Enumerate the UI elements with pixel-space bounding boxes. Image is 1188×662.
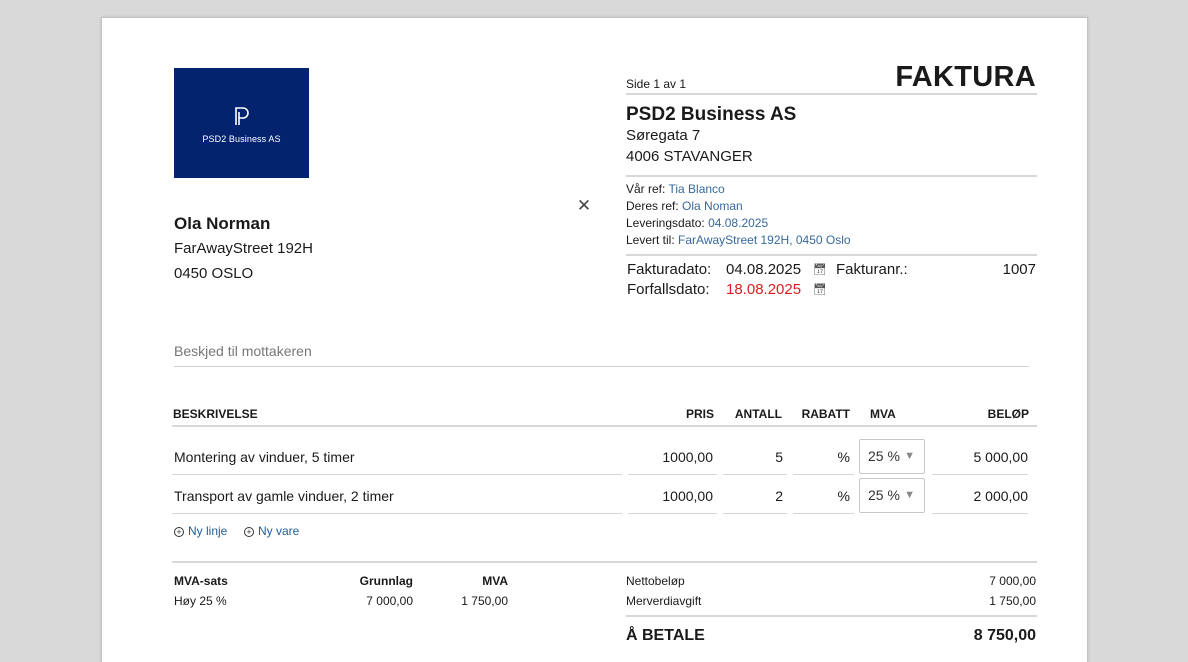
divider: [626, 175, 1037, 177]
their-ref-label: Deres ref:: [626, 199, 679, 213]
logo-mark-icon: [235, 107, 249, 125]
document-title: FAKTURA: [895, 61, 1036, 93]
vat-select-value: 25 %: [868, 448, 900, 464]
vat-total-label: Merverdiavgift: [626, 594, 702, 608]
divider: [172, 425, 1037, 427]
our-ref-label: Vår ref:: [626, 182, 666, 196]
recipient-name: Ola Norman: [174, 214, 271, 233]
line-discount-input[interactable]: %: [793, 442, 854, 475]
delivery-date-value[interactable]: 04.08.2025: [708, 216, 768, 230]
new-item-label: Ny vare: [258, 524, 300, 538]
dropdown-arrow-icon: ▼: [904, 489, 915, 501]
new-line-button[interactable]: + Ny linje: [174, 524, 227, 538]
line-quantity-input[interactable]: 2: [723, 481, 787, 514]
vat-base-header: Grunnlag: [359, 574, 413, 588]
line-description-input[interactable]: Transport av gamle vinduer, 2 timer: [172, 481, 622, 514]
delivered-to-value[interactable]: FarAwayStreet 192H, 0450 Oslo: [678, 233, 851, 247]
net-amount-value: 7 000,00: [989, 574, 1036, 588]
line-amount: 2 000,00: [932, 481, 1028, 514]
line-quantity-input[interactable]: 5: [723, 442, 787, 475]
calendar-icon[interactable]: 📅︎: [813, 263, 827, 276]
message-input[interactable]: Beskjed til mottakeren: [174, 343, 1029, 367]
vat-amount-header: MVA: [482, 574, 508, 588]
invoice-date-label: Fakturadato:: [627, 261, 712, 278]
divider: [626, 254, 1037, 256]
sender-postal: 4006 STAVANGER: [626, 148, 753, 165]
line-discount-input[interactable]: %: [793, 481, 854, 514]
their-ref-row: Deres ref: Ola Noman: [626, 199, 743, 213]
line-price-input[interactable]: 1000,00: [628, 481, 717, 514]
recipient-street: FarAwayStreet 192H: [174, 240, 313, 257]
vat-select[interactable]: 25 % ▼: [859, 439, 925, 474]
col-header-amount: BELØP: [987, 407, 1029, 421]
new-line-label: Ny linje: [188, 524, 228, 538]
delivery-date-label: Leveringsdato:: [626, 216, 705, 230]
add-circle-icon: +: [244, 527, 254, 537]
invoice-number-value[interactable]: 1007: [982, 261, 1036, 278]
invoice-number-label: Fakturanr.:: [836, 261, 908, 278]
vat-select-value: 25 %: [868, 487, 900, 503]
delivered-to-label: Levert til:: [626, 233, 675, 247]
our-ref-row: Vår ref: Tia Blanco: [626, 182, 725, 196]
close-icon[interactable]: ✕: [576, 196, 592, 216]
calendar-icon[interactable]: 📅︎: [813, 283, 827, 296]
logo-text: PSD2 Business AS: [202, 134, 281, 144]
vat-total-value: 1 750,00: [989, 594, 1036, 608]
page-indicator: Side 1 av 1: [626, 77, 687, 91]
invoice-page: PSD2 Business AS Ola Norman FarAwayStree…: [101, 17, 1088, 662]
col-header-quantity: ANTALL: [734, 407, 782, 421]
dropdown-arrow-icon: ▼: [904, 450, 915, 462]
sender-name: PSD2 Business AS: [626, 104, 797, 125]
company-logo: PSD2 Business AS: [174, 68, 309, 178]
vat-rate-value: Høy 25 %: [174, 594, 227, 608]
divider: [626, 93, 1037, 95]
col-header-vat: MVA: [870, 407, 896, 421]
col-header-description: BESKRIVELSE: [173, 407, 258, 421]
due-date-value[interactable]: 18.08.2025: [726, 281, 801, 298]
their-ref-value[interactable]: Ola Noman: [682, 199, 743, 213]
add-circle-icon: +: [174, 527, 184, 537]
sender-street: Søregata 7: [626, 127, 701, 144]
line-description-input[interactable]: Montering av vinduer, 5 timer: [172, 442, 622, 475]
delivered-to-row: Levert til: FarAwayStreet 192H, 0450 Osl…: [626, 233, 851, 247]
divider: [172, 561, 1037, 563]
recipient-postal: 0450 OSLO: [174, 265, 254, 282]
vat-base-value: 7 000,00: [366, 594, 413, 608]
to-pay-label: Å BETALE: [626, 627, 705, 644]
our-ref-value[interactable]: Tia Blanco: [668, 182, 724, 196]
line-amount: 5 000,00: [932, 442, 1028, 475]
divider: [626, 615, 1037, 617]
col-header-discount: RABATT: [801, 407, 850, 421]
col-header-price: PRIS: [685, 407, 714, 421]
net-amount-label: Nettobeløp: [626, 574, 685, 588]
to-pay-value: 8 750,00: [973, 627, 1036, 644]
vat-rate-header: MVA-sats: [174, 574, 228, 588]
line-price-input[interactable]: 1000,00: [628, 442, 717, 475]
invoice-date-value[interactable]: 04.08.2025: [726, 261, 801, 278]
new-item-button[interactable]: + Ny vare: [244, 524, 299, 538]
vat-amount-value: 1 750,00: [461, 594, 508, 608]
vat-select[interactable]: 25 % ▼: [859, 478, 925, 513]
delivery-date-row: Leveringsdato: 04.08.2025: [626, 216, 768, 230]
due-date-label: Forfallsdato:: [627, 281, 710, 298]
